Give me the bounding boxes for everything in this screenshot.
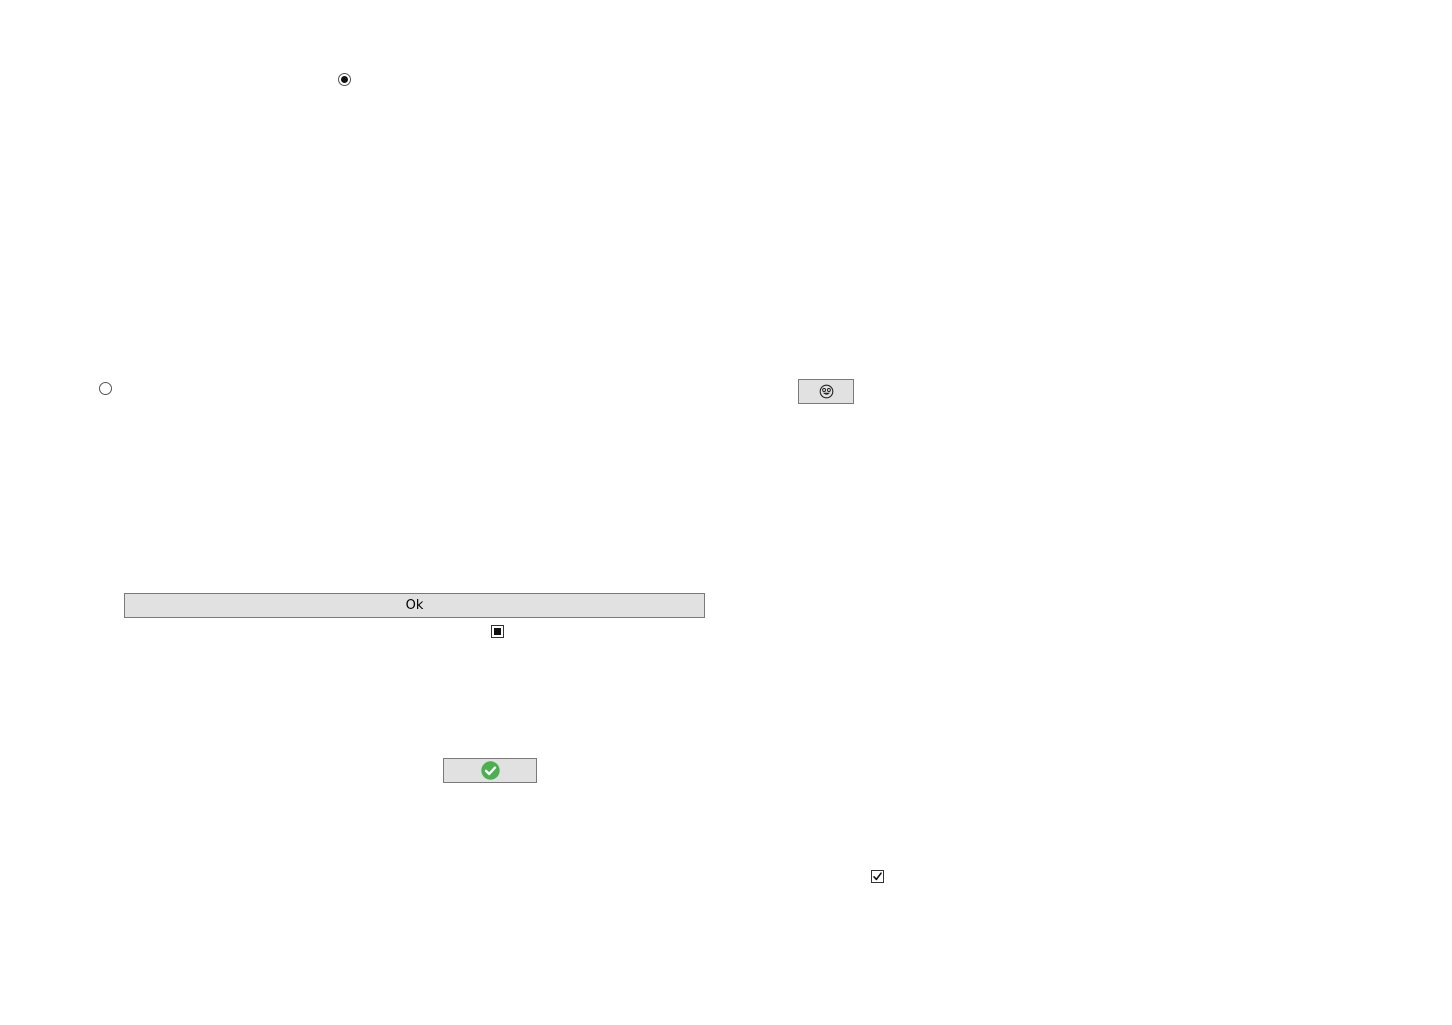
ok-button[interactable]: Ok (124, 593, 705, 618)
checkbox-checked[interactable] (871, 870, 884, 883)
green-check-circle-icon (480, 761, 500, 780)
emoji-button[interactable] (798, 379, 854, 404)
radio-selected-dot (341, 76, 348, 83)
checkmark-icon (873, 872, 882, 881)
radio-button-selected[interactable] (338, 73, 351, 86)
ok-button-label: Ok (405, 598, 424, 613)
indeterminate-square-mark (494, 628, 501, 635)
check-button[interactable] (443, 758, 537, 783)
checkbox-indeterminate[interactable] (491, 625, 504, 638)
smiley-face-icon (819, 384, 834, 399)
radio-button-unselected[interactable] (99, 382, 112, 395)
